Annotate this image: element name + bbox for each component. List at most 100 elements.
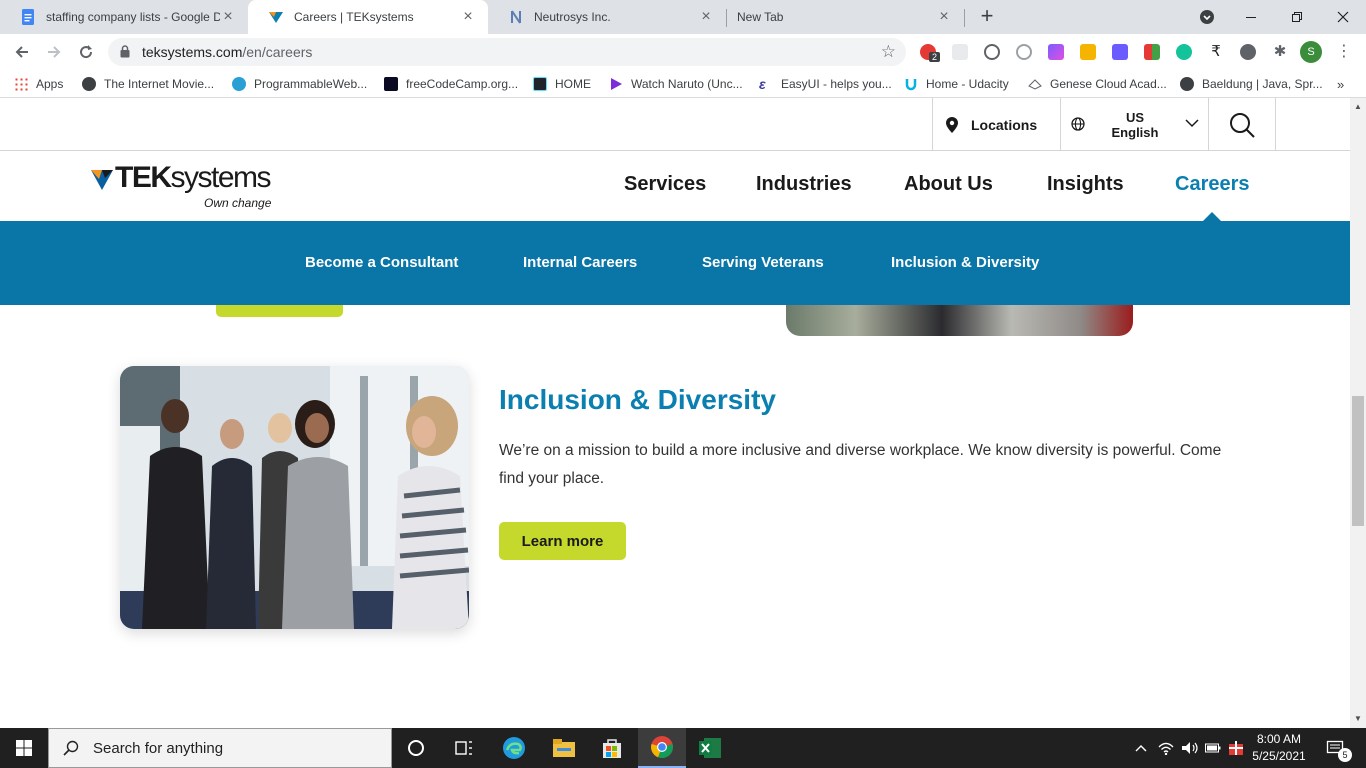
tab-strip: staffing company lists - Google Docs × C… [0,0,1366,34]
extension-circle-icon[interactable] [984,44,1000,60]
language-selector[interactable]: US English [1060,98,1208,151]
tab-teksystems[interactable]: Careers | TEKsystems × [248,0,488,34]
wifi-icon[interactable] [1154,728,1178,768]
profile-avatar[interactable]: S [1300,41,1322,63]
bookmark-apps[interactable]: Apps [14,75,63,93]
logo-brand-bold: TEK [115,161,172,194]
subnav-serving-veterans[interactable]: Serving Veterans [702,254,824,271]
extension-cloud-icon[interactable] [1016,44,1032,60]
extension-purple-icon[interactable] [1048,44,1064,60]
nav-about-us[interactable]: About Us [904,173,993,196]
globe-icon [82,77,96,91]
taskbar-search-box[interactable]: Search for anything [48,728,392,768]
bookmark-easyui[interactable]: ε EasyUI - helps you... [759,75,892,93]
close-tab-icon[interactable]: × [936,9,952,25]
scroll-down-icon[interactable]: ▼ [1354,714,1362,723]
address-bar[interactable]: teksystems.com/en/careers ☆ [108,38,906,66]
teksystems-icon [268,9,284,25]
bookmark-label: Baeldung | Java, Spr... [1202,77,1323,91]
bookmarks-overflow-icon[interactable]: » [1337,75,1344,93]
extensions-puzzle-icon[interactable]: ✱ [1272,44,1288,60]
extension-blue-square-icon[interactable] [1112,44,1128,60]
language-text: English [1111,125,1159,140]
notification-app-icon[interactable] [1224,728,1248,768]
bookmark-baeldung[interactable]: Baeldung | Java, Spr... [1180,75,1323,93]
previous-section-button[interactable] [216,305,343,317]
url-host: teksystems.com [142,44,243,60]
globe-icon [1071,117,1085,131]
volume-icon[interactable] [1178,728,1202,768]
system-clock[interactable]: 8:00 AM 5/25/2021 [1248,731,1310,765]
careers-subnav: Become a Consultant Internal Careers Ser… [0,221,1350,305]
excel-icon[interactable] [686,728,734,768]
bookmark-label: EasyUI - helps you... [781,77,892,91]
bookmark-home[interactable]: HOME [533,75,591,93]
extension-globe-icon[interactable] [1240,44,1256,60]
learn-more-button[interactable]: Learn more [499,522,626,560]
teksystems-logo[interactable]: TEKsystems Own change [90,160,280,210]
nav-services[interactable]: Services [624,173,706,196]
new-tab-button[interactable]: + [976,5,998,28]
page-scrollbar[interactable]: ▲ ▼ [1350,98,1366,728]
logo-brand-light: systems [170,161,272,194]
chevron-down-icon [1185,119,1199,128]
restore-icon[interactable] [1274,0,1320,34]
subnav-become-consultant[interactable]: Become a Consultant [305,254,458,271]
nav-industries[interactable]: Industries [756,173,852,196]
close-tab-icon[interactable]: × [698,9,714,25]
tab-neutrosys[interactable]: Neutrosys Inc. × [488,0,726,34]
nav-insights[interactable]: Insights [1047,173,1124,196]
scroll-up-icon[interactable]: ▲ [1354,102,1362,111]
close-tab-icon[interactable]: × [220,9,236,25]
bookmark-programmableweb[interactable]: ProgrammableWeb... [232,75,367,93]
locations-link[interactable]: Locations [932,98,1060,151]
bookmark-genese[interactable]: Genese Cloud Acad... [1028,75,1167,93]
bookmark-imdb[interactable]: The Internet Movie... [82,75,214,93]
start-button[interactable] [0,728,48,768]
subnav-internal-careers[interactable]: Internal Careers [523,254,637,271]
tab-title: New Tab [737,10,784,24]
bookmark-star-icon[interactable]: ☆ [881,42,896,62]
bookmark-freecodecamp[interactable]: freeCodeCamp.org... [384,75,518,93]
subnav-inclusion-diversity[interactable]: Inclusion & Diversity [891,254,1039,271]
locations-label: Locations [971,116,1038,133]
action-center-icon[interactable]: 5 [1318,728,1352,768]
reload-icon[interactable] [74,40,98,64]
minimize-icon[interactable] [1228,0,1274,34]
extension-grid-icon[interactable] [1144,44,1160,60]
forward-icon[interactable] [42,40,66,64]
back-icon[interactable] [10,40,34,64]
easyui-icon: ε [759,76,766,92]
bookmark-udacity[interactable]: Home - Udacity [904,75,1009,93]
tab-google-docs[interactable]: staffing company lists - Google Docs × [0,0,248,34]
browser-toolbar: teksystems.com/en/careers ☆ 2 ₹ ✱ ⋮ [0,34,1366,70]
show-hidden-icons-icon[interactable] [1130,728,1152,768]
web-page: Locations US English TEKsystems Own chang… [0,98,1350,728]
extension-gray-icon[interactable] [952,44,968,60]
close-tab-icon[interactable]: × [460,9,476,25]
programmableweb-icon [232,77,246,91]
edge-icon[interactable] [490,728,538,768]
search-button[interactable] [1208,98,1275,151]
extension-rupee-icon[interactable]: ₹ [1208,44,1224,60]
chrome-taskbar-icon[interactable] [638,728,686,768]
extension-shield-icon[interactable] [1080,44,1096,60]
utility-divider [1275,98,1276,151]
lock-icon[interactable] [120,45,130,63]
file-explorer-icon[interactable] [540,728,588,768]
close-window-icon[interactable] [1320,0,1366,34]
logo-wordmark: TEKsystems [115,161,272,195]
cortana-icon[interactable] [392,728,440,768]
chrome-menu-icon[interactable]: ⋮ [1336,44,1352,60]
grammarly-icon[interactable] [1176,44,1192,60]
battery-icon[interactable] [1202,728,1224,768]
bookmark-naruto[interactable]: Watch Naruto (Unc... [609,75,743,93]
tab-search-icon[interactable] [1184,0,1230,34]
react-icon [533,77,547,91]
play-icon [609,77,623,91]
scrollbar-thumb[interactable] [1352,396,1364,526]
tab-new-tab[interactable]: New Tab × [726,0,964,34]
task-view-icon[interactable] [440,728,488,768]
microsoft-store-icon[interactable] [588,728,636,768]
nav-careers[interactable]: Careers [1175,173,1250,196]
